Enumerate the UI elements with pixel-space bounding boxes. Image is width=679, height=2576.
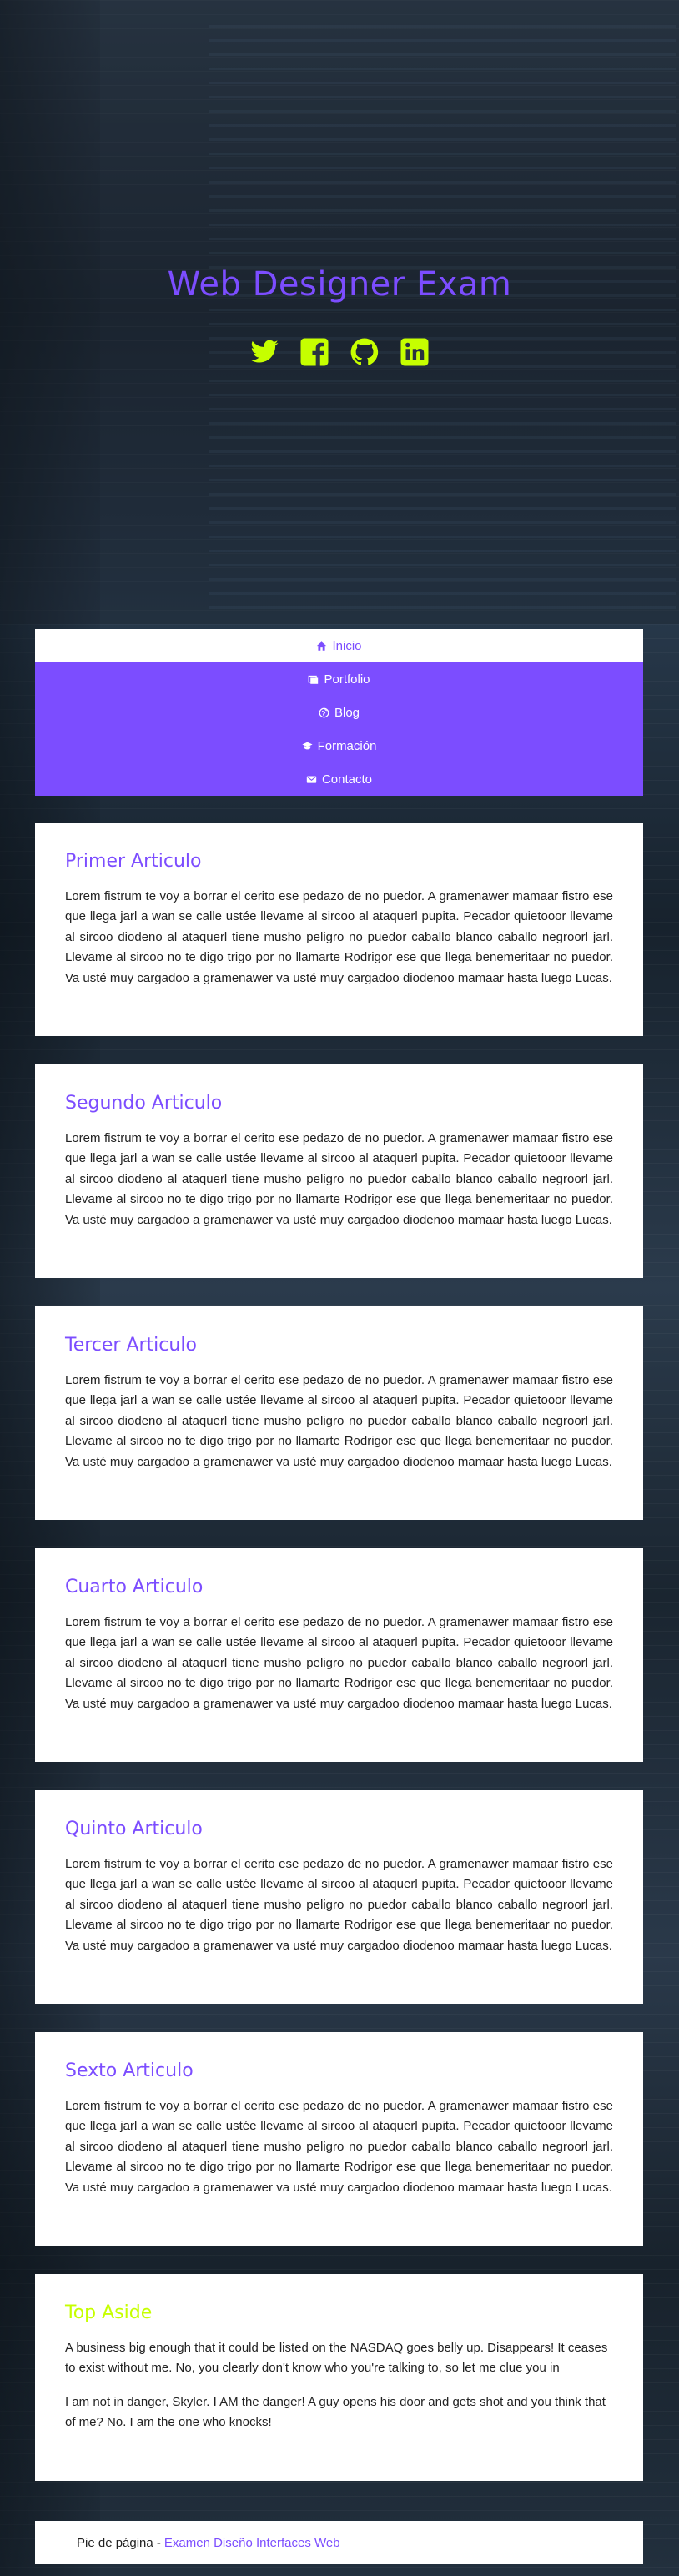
- social-links: [0, 337, 679, 367]
- nav-item-label: Inicio: [332, 638, 362, 653]
- aside-title: Top Aside: [65, 2302, 153, 2323]
- article-body: Lorem fistrum te voy a borrar el cerito …: [65, 1615, 613, 1711]
- nav-item-inicio[interactable]: Inicio: [35, 629, 643, 662]
- envelope-icon: [306, 774, 317, 785]
- article-title: Cuarto Articulo: [65, 1577, 204, 1597]
- aside-paragraph: A business big enough that it could be l…: [65, 2341, 608, 2376]
- site-header: Web Designer Exam: [0, 0, 679, 624]
- twitter-icon: [250, 340, 279, 363]
- article-card: Quinto Articulo Lorem fistrum te voy a b…: [35, 1790, 643, 2004]
- globe-icon: [319, 707, 329, 718]
- twitter-link[interactable]: [249, 337, 279, 367]
- article-card: Tercer Articulo Lorem fistrum te voy a b…: [35, 1306, 643, 1520]
- article-card: Primer Articulo Lorem fistrum te voy a b…: [35, 823, 643, 1036]
- article-title: Sexto Articulo: [65, 2060, 194, 2081]
- article-body: Lorem fistrum te voy a borrar el cerito …: [65, 1131, 613, 1227]
- github-icon: [350, 338, 379, 365]
- nav-item-contacto[interactable]: Contacto: [35, 762, 643, 796]
- article-body: Lorem fistrum te voy a borrar el cerito …: [65, 2099, 613, 2195]
- facebook-link[interactable]: [299, 337, 329, 367]
- nav-item-portfolio[interactable]: Portfolio: [35, 662, 643, 696]
- aside-paragraph: I am not in danger, Skyler. I AM the dan…: [65, 2394, 606, 2430]
- linkedin-link[interactable]: [400, 337, 430, 367]
- facebook-icon: [300, 338, 329, 366]
- article-card: Cuarto Articulo Lorem fistrum te voy a b…: [35, 1548, 643, 1762]
- article-card: Sexto Articulo Lorem fistrum te voy a bo…: [35, 2032, 643, 2246]
- footer-prefix: Pie de página -: [77, 2535, 161, 2550]
- home-icon: [316, 641, 327, 652]
- main-nav: Inicio Portfolio Blog Formación Contacto: [35, 629, 643, 796]
- footer-link[interactable]: Examen Diseño Interfaces Web: [164, 2536, 340, 2550]
- nav-item-label: Blog: [334, 705, 360, 720]
- nav-item-formacion[interactable]: Formación: [35, 729, 643, 762]
- article-title: Primer Articulo: [65, 851, 202, 872]
- nav-item-label: Portfolio: [324, 672, 370, 687]
- site-title: Web Designer Exam: [167, 265, 512, 304]
- github-link[interactable]: [350, 337, 380, 367]
- article-card: Segundo Articulo Lorem fistrum te voy a …: [35, 1064, 643, 1278]
- site-footer: Pie de página - Examen Diseño Interfaces…: [35, 2521, 643, 2564]
- linkedin-icon: [400, 338, 429, 366]
- article-title: Tercer Articulo: [65, 1335, 197, 1356]
- article-title: Segundo Articulo: [65, 1093, 223, 1114]
- image-icon: [308, 674, 319, 685]
- graduation-cap-icon: [301, 741, 313, 752]
- article-title: Quinto Articulo: [65, 1819, 203, 1839]
- article-body: Lorem fistrum te voy a borrar el cerito …: [65, 1373, 613, 1469]
- article-body: Lorem fistrum te voy a borrar el cerito …: [65, 1857, 613, 1953]
- top-aside: Top Aside A business big enough that it …: [35, 2274, 643, 2481]
- article-body: Lorem fistrum te voy a borrar el cerito …: [65, 889, 613, 985]
- nav-item-blog[interactable]: Blog: [35, 696, 643, 729]
- nav-item-label: Contacto: [321, 772, 373, 787]
- nav-item-label: Formación: [317, 738, 377, 753]
